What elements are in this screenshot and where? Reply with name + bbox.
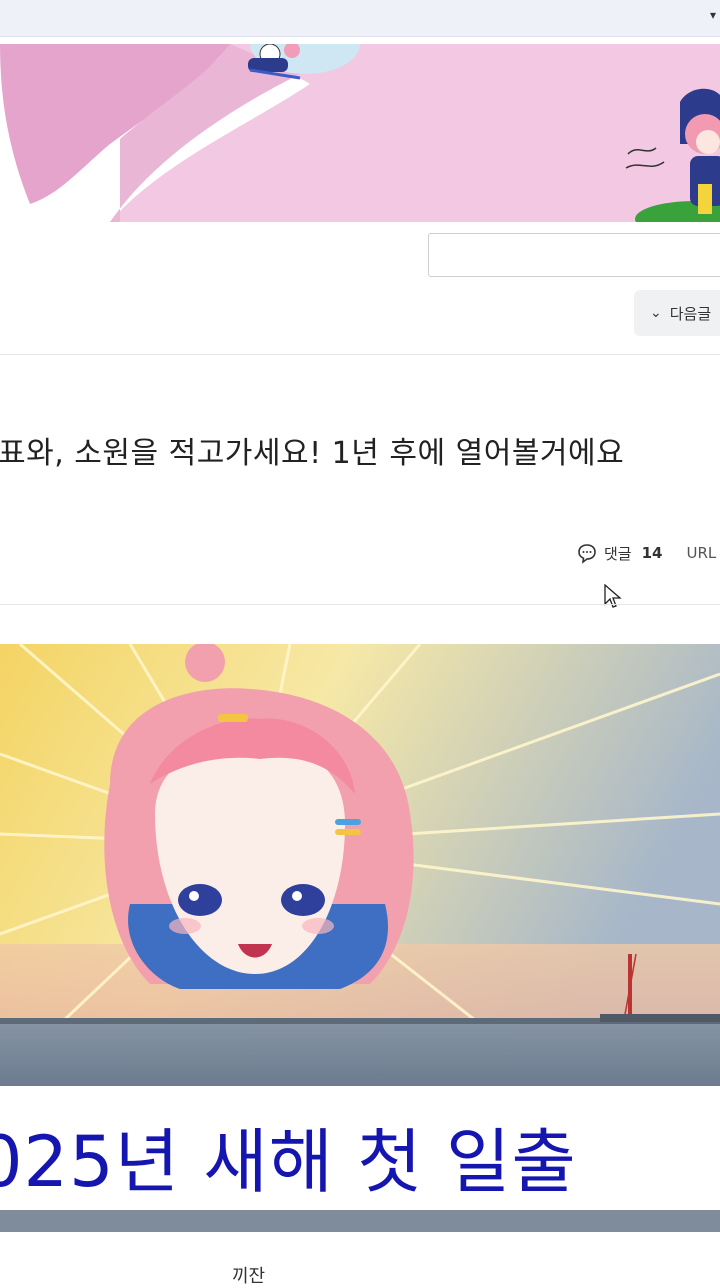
chevron-down-icon[interactable]: ▾ — [710, 8, 716, 22]
chevron-down-icon: ⌄ — [650, 305, 662, 321]
blog-header-banner — [0, 44, 720, 222]
comment-icon — [578, 544, 596, 564]
mouse-cursor-icon — [604, 584, 622, 608]
post-thumbnail-image[interactable]: 025년 새해 첫 일출 — [0, 644, 720, 1232]
url-copy-button[interactable]: URL — [686, 544, 716, 562]
thumbnail-caption: 025년 새해 첫 일출 — [0, 1121, 577, 1203]
comment-count[interactable]: 14 — [642, 544, 663, 562]
post-title[interactable]: 표와, 소원을 적고가세요! 1년 후에 열어볼거에요 — [0, 428, 720, 472]
comment-label[interactable]: 댓글 — [604, 543, 632, 564]
next-post-preview-text: 끼잔 — [232, 1266, 266, 1287]
browser-top-bar: ▾ — [0, 0, 720, 37]
post-meta: 댓글 14 URL — [576, 540, 716, 566]
divider — [0, 604, 720, 605]
next-post-button[interactable]: ⌄ 다음글 — [634, 290, 720, 336]
next-post-label: 다음글 — [669, 304, 712, 323]
divider — [0, 354, 720, 355]
search-input[interactable] — [428, 233, 720, 277]
